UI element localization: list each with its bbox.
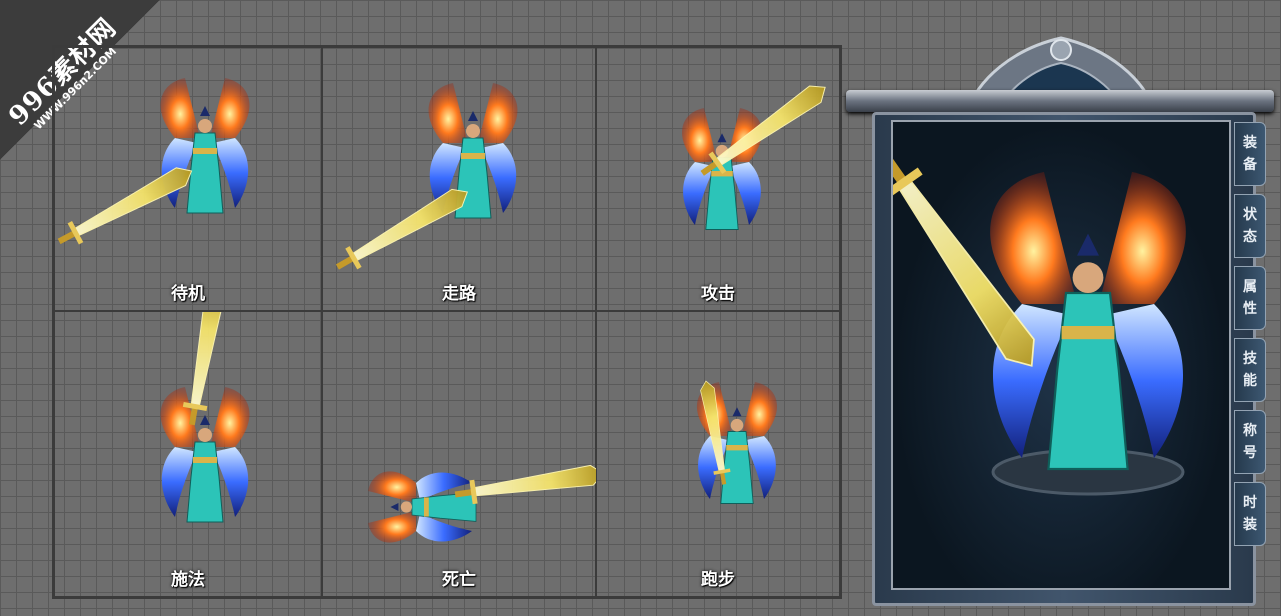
character-panel: 装 备 状 态 属 性 技 能 称 号 时 装: [846, 28, 1274, 608]
tab-equipment-char2: 备: [1243, 157, 1257, 173]
action-cell-death[interactable]: 死亡: [322, 311, 597, 597]
action-cell-run[interactable]: 跑步: [596, 311, 840, 597]
tab-status[interactable]: 状 态: [1234, 194, 1266, 258]
character-model: [867, 144, 1187, 496]
run-sprite: [696, 379, 778, 504]
tab-status-char1: 状: [1243, 207, 1257, 223]
tab-title-char2: 号: [1243, 445, 1257, 461]
action-grid: 待机 走路 攻击 施法 死亡 跑步: [52, 45, 842, 599]
tab-title-char1: 称: [1243, 423, 1257, 439]
tab-equipment-char1: 装: [1243, 135, 1257, 151]
action-cell-cast[interactable]: 施法: [54, 311, 322, 597]
tab-fashion-char2: 装: [1243, 517, 1257, 533]
action-label-attack: 攻击: [701, 284, 735, 304]
death-sprite: [367, 461, 597, 543]
action-label-death: 死亡: [442, 570, 476, 590]
tab-title[interactable]: 称 号: [1234, 410, 1266, 474]
idle-sprite: [55, 77, 250, 253]
tab-fashion-char1: 时: [1243, 495, 1257, 511]
walk-sprite: [330, 82, 518, 278]
panel-top-bar: [846, 90, 1274, 112]
action-label-idle: 待机: [171, 284, 205, 304]
action-cell-walk[interactable]: 走路: [322, 47, 596, 311]
tab-skills-char2: 能: [1243, 373, 1257, 389]
tab-attributes[interactable]: 属 性: [1234, 266, 1266, 330]
action-cell-attack[interactable]: 攻击: [596, 47, 840, 311]
cast-sprite: [160, 312, 250, 523]
action-cell-idle[interactable]: 待机: [54, 47, 322, 311]
attack-sprite: [681, 76, 833, 230]
character-preview: [867, 120, 1231, 590]
action-label-run: 跑步: [701, 570, 735, 590]
action-label-walk: 走路: [442, 284, 476, 304]
tab-skills[interactable]: 技 能: [1234, 338, 1266, 402]
tab-attributes-char1: 属: [1243, 279, 1257, 295]
tab-equipment[interactable]: 装 备: [1234, 122, 1266, 186]
panel-frame: [867, 112, 1256, 606]
tab-status-char2: 态: [1243, 229, 1257, 245]
action-label-cast: 施法: [171, 570, 205, 590]
tab-skills-char1: 技: [1243, 351, 1257, 367]
tab-fashion[interactable]: 时 装: [1234, 482, 1266, 546]
tab-attributes-char2: 性: [1243, 301, 1257, 317]
